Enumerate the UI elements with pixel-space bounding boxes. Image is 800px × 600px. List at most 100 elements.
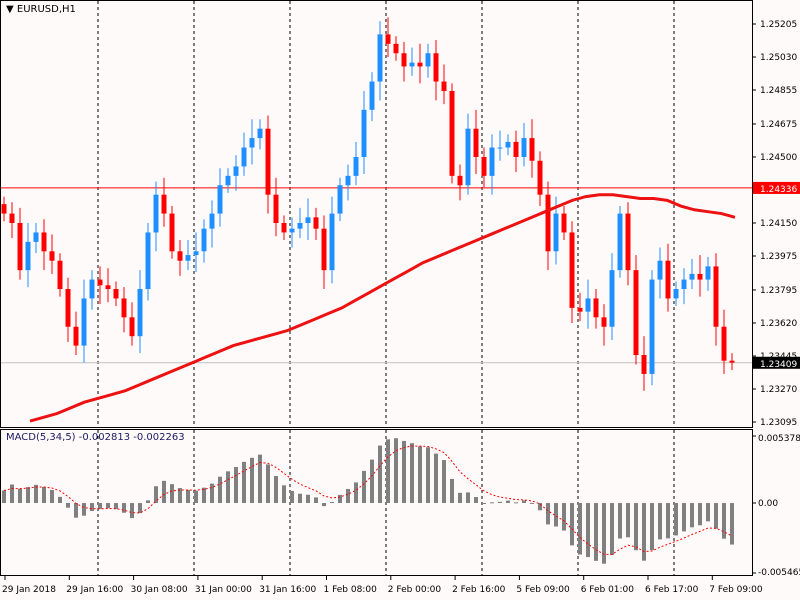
macd-histogram-bar (394, 438, 398, 503)
price-tick-label: 1.23095 (760, 418, 797, 428)
candle-body (697, 273, 703, 280)
macd-histogram-bar (98, 503, 102, 509)
candle-body (593, 298, 599, 318)
macd-histogram-bar (722, 503, 726, 539)
candle-body (649, 279, 655, 374)
time-tick-label: 31 Jan 00:00 (195, 585, 252, 595)
macd-histogram-bar (698, 503, 702, 526)
candle-body (417, 62, 423, 67)
candle-body (241, 147, 247, 167)
candle-body (713, 266, 719, 327)
candle-body (369, 81, 375, 110)
macd-panel-frame (0, 429, 753, 576)
macd-histogram-bar (506, 500, 510, 503)
candle-body (601, 317, 607, 327)
time-tick-label: 2 Feb 16:00 (452, 585, 506, 595)
macd-histogram-bar (298, 493, 302, 503)
candle-body (129, 317, 135, 337)
candle-body (473, 128, 479, 157)
candle-body (553, 213, 559, 252)
time-tick-label: 7 Feb 09:00 (709, 585, 763, 595)
macd-histogram-bar (338, 494, 342, 503)
candle-body (673, 289, 679, 299)
time-tick-label: 31 Jan 16:00 (259, 585, 316, 595)
candle-body (113, 289, 119, 299)
candle-body (689, 273, 695, 280)
candle-body (41, 232, 47, 252)
macd-histogram-bar (538, 503, 542, 511)
macd-histogram-bar (650, 503, 654, 551)
candle-body (105, 285, 111, 290)
macd-histogram-bar (610, 503, 614, 555)
macd-histogram-bar (26, 487, 30, 503)
candle-body (257, 128, 263, 139)
candle-body (1, 204, 7, 214)
macd-histogram-bar (170, 484, 174, 503)
candle-body (177, 251, 183, 261)
macd-histogram-bar (290, 490, 294, 503)
candle-body (505, 141, 511, 148)
candle-body (465, 128, 471, 186)
candle-body (209, 213, 215, 229)
candle-body (361, 109, 367, 157)
candle-body (681, 279, 687, 290)
price-tick-label: 1.23795 (760, 286, 797, 296)
candle-body (545, 194, 551, 252)
time-tick-label: 1 Feb 08:00 (324, 585, 378, 595)
candle-body (321, 228, 327, 271)
candle-body (153, 194, 159, 233)
candle-body (289, 228, 295, 233)
macd-histogram-bar (618, 503, 622, 539)
candle-body (497, 147, 503, 149)
macd-histogram-bar (642, 503, 646, 561)
time-tick-label: 5 Feb 09:00 (516, 585, 570, 595)
macd-histogram-bar (682, 503, 686, 532)
candle-body (425, 53, 431, 67)
price-chart[interactable]: 1.25205 1.25030 1.24855 1.24675 1.24500 1.241… (0, 0, 800, 600)
candle-body (201, 228, 207, 252)
macd-histogram-bar (386, 439, 390, 503)
macd-histogram-bar (146, 500, 150, 503)
macd-histogram-bar (482, 503, 486, 504)
macd-histogram-bar (82, 503, 86, 516)
price-tick-label: 1.23975 (760, 252, 797, 262)
candle-body (337, 185, 343, 214)
macd-histogram-bar (34, 484, 38, 503)
macd-histogram-bar (546, 503, 550, 525)
macd-histogram-bar (130, 503, 134, 519)
macd-histogram-bar (242, 461, 246, 503)
candle-body (385, 34, 391, 44)
candle-body (529, 138, 535, 161)
macd-histogram-bar (498, 501, 502, 503)
candle-body (345, 175, 351, 186)
macd-histogram-bar (18, 488, 22, 503)
macd-histogram-bar (370, 459, 374, 503)
candle-body (193, 251, 199, 256)
candle-body (65, 289, 71, 327)
macd-histogram-bar (402, 440, 406, 503)
candle-body (577, 307, 583, 312)
candle-body (561, 213, 567, 233)
candle-body (433, 53, 439, 82)
time-tick-label: 2 Feb 00:00 (388, 585, 442, 595)
candle-body (305, 217, 311, 223)
candle-body (441, 81, 447, 91)
macd-histogram-bar (186, 489, 190, 503)
candle-body (249, 138, 255, 148)
candle-body (457, 175, 463, 186)
macd-tick-label: -0.005465 (758, 568, 800, 578)
price-tick-label: 1.25030 (760, 53, 797, 63)
macd-histogram-bar (634, 503, 638, 551)
candle-body (449, 90, 455, 176)
macd-histogram-bar (250, 457, 254, 503)
macd-histogram-bar (474, 497, 478, 503)
macd-histogram-bar (570, 503, 574, 546)
candle-body (145, 232, 151, 290)
candle-body (225, 175, 231, 186)
candle-body (401, 53, 407, 67)
macd-histogram-bar (114, 503, 118, 510)
candle-body (17, 223, 23, 271)
price-tick-label: 1.25205 (760, 20, 797, 30)
macd-histogram-bar (266, 464, 270, 503)
macd-histogram-bar (74, 503, 78, 518)
